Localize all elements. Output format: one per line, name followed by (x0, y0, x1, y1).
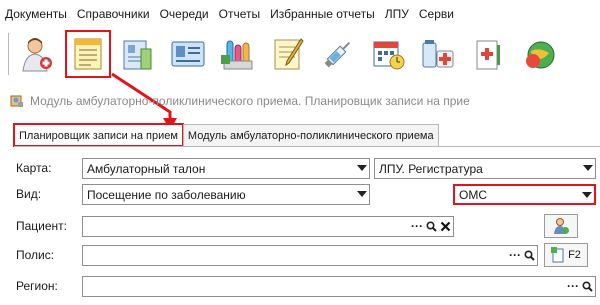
globe-button[interactable] (516, 31, 560, 77)
add-policy-button[interactable]: F2 (544, 243, 588, 267)
patient-input[interactable]: ··· (82, 216, 454, 237)
window-title: Модуль амбулаторно-поликлинического прие… (10, 92, 470, 110)
add-patient-button[interactable] (544, 214, 578, 238)
globe-icon (526, 41, 555, 69)
menu-references[interactable]: Справочники (77, 7, 158, 21)
card-list-button[interactable] (166, 31, 210, 77)
card-select[interactable]: Амбулаторный талон (82, 158, 370, 179)
card-row: Карта: Амбулаторный талон ЛПУ. Регистрат… (10, 158, 600, 180)
window-title-text: Модуль амбулаторно-поликлинического прие… (30, 94, 470, 108)
search-icon[interactable] (524, 249, 535, 261)
payment-type-select[interactable]: ОМС (453, 184, 596, 205)
toolbar (0, 28, 600, 80)
lab-icon (221, 40, 253, 70)
calendar-icon (373, 41, 405, 70)
menu-favorite-reports[interactable]: Избранные отчеты (270, 7, 383, 21)
menu-reports[interactable]: Отчеты (219, 7, 268, 21)
region-row: Регион: ··· (10, 276, 600, 298)
notepad-icon (274, 38, 304, 70)
pharmacy-icon (422, 40, 454, 68)
policy-label: Полис: (16, 248, 55, 262)
menu-lpu[interactable]: ЛПУ (385, 7, 417, 21)
syringe-button[interactable] (316, 31, 360, 77)
chevron-down-icon[interactable] (357, 191, 367, 197)
tab-scheduler[interactable]: Планировщик записи на прием (13, 123, 184, 147)
ellipsis-button[interactable]: ··· (567, 279, 579, 293)
new-document-icon (551, 247, 564, 263)
menu-documents[interactable]: Документы (5, 7, 75, 21)
lpu-select-value: ЛПУ. Регистратура (379, 161, 483, 176)
visit-type-value: Посещение по заболеванию (87, 187, 246, 202)
scheduler-icon (74, 38, 102, 70)
search-icon[interactable] (582, 280, 593, 292)
calendar-button[interactable] (366, 31, 410, 77)
chevron-down-icon[interactable] (582, 192, 592, 198)
visit-type-select[interactable]: Посещение по заболеванию (82, 184, 370, 205)
card-icon (123, 40, 152, 70)
chevron-down-icon[interactable] (583, 165, 593, 171)
ellipsis-button[interactable]: ··· (509, 248, 521, 262)
medical-kit-button[interactable] (466, 31, 510, 77)
type-label: Вид: (16, 187, 42, 201)
tab-divider (14, 146, 600, 147)
patient-row: Пациент: ··· (10, 214, 600, 238)
doctor-icon (22, 38, 52, 72)
module-icon (10, 95, 23, 107)
medical-kit-icon (476, 40, 500, 70)
policy-input[interactable]: ··· (82, 245, 538, 266)
doctor-button[interactable] (16, 31, 60, 77)
ellipsis-button[interactable]: ··· (411, 219, 423, 233)
notepad-button[interactable] (266, 31, 310, 77)
chevron-down-icon[interactable] (357, 165, 367, 171)
menu-service[interactable]: Серви (419, 7, 462, 21)
card-button[interactable] (116, 31, 160, 77)
search-icon[interactable] (426, 220, 437, 232)
lab-button[interactable] (216, 31, 260, 77)
user-add-icon (554, 218, 569, 234)
toolbar-separator (8, 33, 10, 75)
scheduler-button[interactable] (65, 30, 111, 78)
payment-type-value: ОМС (459, 187, 487, 202)
card-list-icon (171, 41, 205, 67)
patient-label: Пациент: (16, 219, 68, 233)
clear-icon[interactable] (440, 221, 451, 232)
patient-actions: ··· (411, 219, 451, 233)
policy-row: Полис: ··· F2 (10, 243, 600, 267)
menu-queues[interactable]: Очереди (160, 7, 217, 21)
policy-actions: ··· (509, 248, 535, 262)
f2-label: F2 (568, 249, 581, 261)
syringe-icon (324, 41, 351, 68)
card-label: Карта: (16, 161, 52, 175)
lpu-select[interactable]: ЛПУ. Регистратура (374, 158, 596, 179)
pharmacy-button[interactable] (416, 31, 460, 77)
region-actions: ··· (567, 279, 593, 293)
region-input[interactable]: ··· (82, 276, 596, 297)
tab-strip: Планировщик записи на прием Модуль амбул… (13, 123, 439, 147)
tab-outpatient-module[interactable]: Модуль амбулаторно-поликлинического прие… (182, 124, 439, 146)
region-label: Регион: (16, 279, 58, 293)
menu-bar: Документы Справочники Очереди Отчеты Изб… (0, 0, 600, 28)
card-select-value: Амбулаторный талон (87, 161, 206, 176)
type-row: Вид: Посещение по заболеванию ОМС (10, 184, 600, 206)
